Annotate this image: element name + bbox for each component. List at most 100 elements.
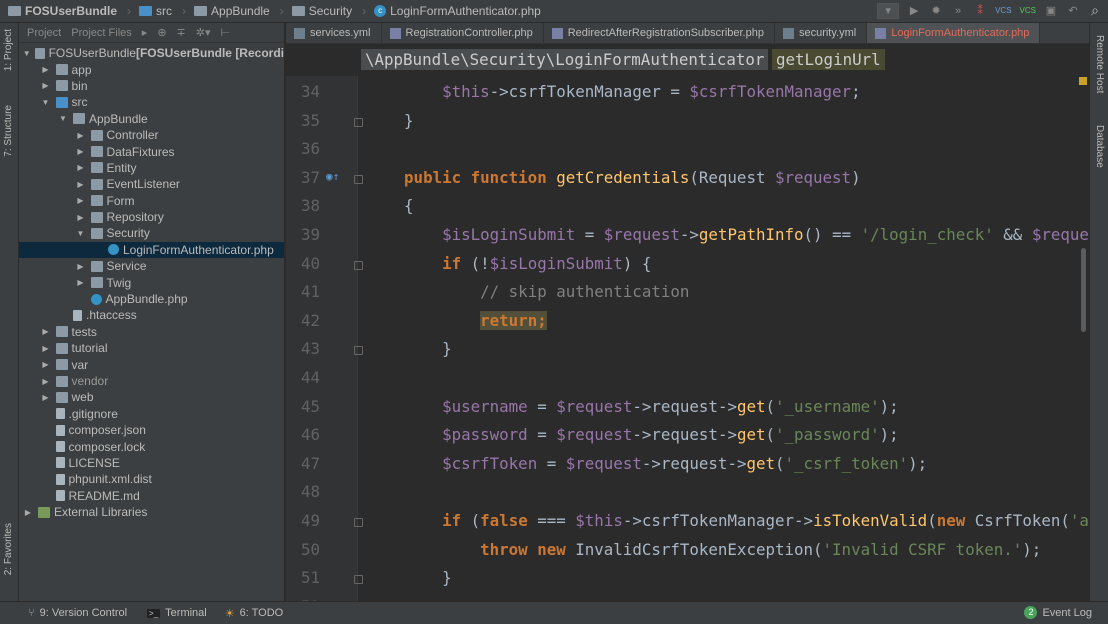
tree-item[interactable]: .htaccess (19, 307, 284, 323)
tree-item[interactable]: ▼ FOSUserBundle [FOSUserBundle [Recordi (19, 45, 284, 61)
tree-item[interactable]: ▶ Entity (19, 160, 284, 176)
tree-item[interactable]: ▶ DataFixtures (19, 143, 284, 159)
run-config-dropdown[interactable]: ▾ (877, 2, 900, 19)
project-panel: Project Project Files ▸ ⊕ ∓ ✲▾ ⊢ ▼ FOSUse… (19, 23, 285, 601)
collapsed-arrow-icon[interactable]: ▶ (40, 65, 52, 74)
remote-host-tool-button[interactable]: Remote Host (1094, 35, 1105, 93)
fold-marker-icon[interactable] (354, 346, 363, 356)
tree-item[interactable]: ▶ Controller (19, 127, 284, 143)
code-editor[interactable]: 34 $this->csrfTokenManager = $csrfTokenM… (286, 76, 1089, 601)
collapsed-arrow-icon[interactable]: ▶ (75, 278, 87, 287)
collapse-icon[interactable]: ∓ (177, 26, 186, 39)
tree-item[interactable]: composer.lock (19, 438, 284, 454)
tree-item[interactable]: LoginFormAuthenticator.php (19, 241, 284, 259)
tree-item[interactable]: ▶ tutorial (19, 340, 284, 356)
todo-tool-button[interactable]: ☀ 6: TODO (225, 607, 283, 620)
settings-gear-icon[interactable]: ✲▾ (196, 26, 211, 39)
collapsed-arrow-icon[interactable]: ▶ (40, 344, 52, 353)
project-tool-button[interactable]: 1: Project (3, 29, 14, 71)
breadcrumb-class[interactable]: \AppBundle\Security\LoginFormAuthenticat… (361, 49, 769, 70)
fold-marker-icon[interactable] (354, 174, 363, 184)
nav-crumb[interactable]: c LoginFormAuthenticator.php (374, 4, 541, 18)
tree-item[interactable]: ▶ EventListener (19, 176, 284, 192)
collapsed-arrow-icon[interactable]: ▶ (40, 360, 52, 369)
project-files-view-tab[interactable]: Project Files (71, 27, 132, 39)
inspection-status-icon[interactable] (1079, 77, 1087, 85)
editor-scrollbar[interactable] (1081, 248, 1086, 332)
collapsed-arrow-icon[interactable]: ▶ (40, 393, 52, 402)
event-log-button[interactable]: 2 Event Log (1024, 606, 1092, 619)
editor-tab[interactable]: services.yml (286, 23, 382, 43)
tree-item[interactable]: ▼ Security (19, 225, 284, 241)
file-icon (55, 441, 65, 453)
collapsed-arrow-icon[interactable]: ▶ (40, 377, 52, 386)
hide-icon[interactable]: ⊢ (221, 26, 231, 39)
tree-item[interactable]: composer.json (19, 422, 284, 438)
tree-item[interactable]: ▶ web (19, 389, 284, 405)
terminal-tool-button[interactable]: >_ Terminal (147, 607, 207, 619)
tree-item[interactable]: ▶ var (19, 356, 284, 372)
collapsed-arrow-icon[interactable]: ▶ (75, 196, 87, 205)
favorites-tool-button[interactable]: 2: Favorites (3, 523, 14, 575)
expanded-arrow-icon[interactable]: ▼ (40, 98, 52, 107)
fold-marker-icon[interactable] (354, 575, 363, 585)
nav-crumb[interactable]: AppBundle (194, 4, 270, 18)
tree-item[interactable]: ▶ vendor (19, 373, 284, 389)
tree-item[interactable]: ▶ External Libraries (19, 504, 284, 520)
tree-item[interactable]: ▶ bin (19, 78, 284, 94)
nav-crumb[interactable]: FOSUserBundle (8, 4, 117, 18)
collapsed-arrow-icon[interactable]: ▶ (75, 131, 87, 140)
debug-icon[interactable]: ✹ (929, 4, 943, 17)
attach-icon[interactable]: ⁑ (973, 4, 987, 17)
editor-tab[interactable]: security.yml (775, 23, 868, 43)
collapsed-arrow-icon[interactable]: ▶ (75, 180, 87, 189)
tree-item[interactable]: phpunit.xml.dist (19, 471, 284, 487)
run-icon[interactable]: ▶ (907, 4, 921, 17)
fold-marker-icon[interactable] (354, 117, 363, 127)
search-icon[interactable]: ⌕ (1088, 2, 1102, 19)
tree-item[interactable]: LICENSE (19, 455, 284, 471)
structure-tool-button[interactable]: 7: Structure (3, 105, 14, 157)
fold-marker-icon[interactable] (354, 260, 363, 270)
editor-tab[interactable]: RedirectAfterRegistrationSubscriber.php (544, 23, 775, 43)
tree-item[interactable]: ▼ AppBundle (19, 111, 284, 127)
editor-tab[interactable]: RegistrationController.php (382, 23, 544, 43)
collapsed-arrow-icon[interactable]: ▶ (22, 508, 34, 517)
editor-tab[interactable]: LoginFormAuthenticator.php (867, 23, 1041, 43)
implements-method-icon[interactable]: ◉↑ (326, 170, 339, 183)
collapsed-arrow-icon[interactable]: ▶ (40, 327, 52, 336)
collapsed-arrow-icon[interactable]: ▶ (75, 213, 87, 222)
nav-crumb[interactable]: Security (291, 4, 352, 18)
tree-item[interactable]: ▶ Service (19, 258, 284, 274)
expanded-arrow-icon[interactable]: ▼ (57, 114, 69, 123)
version-control-tool-button[interactable]: ⑂ 9: Version Control (28, 607, 127, 619)
locate-icon[interactable]: ⊕ (157, 26, 166, 39)
vcs-commit-icon[interactable]: VCS (1020, 6, 1036, 15)
tree-item[interactable]: ▶ app (19, 61, 284, 77)
history-icon[interactable]: ▣ (1044, 4, 1058, 17)
tree-item[interactable]: README.md (19, 488, 284, 504)
expanded-arrow-icon[interactable]: ▼ (22, 49, 31, 58)
tree-item[interactable]: AppBundle.php (19, 291, 284, 307)
collapsed-arrow-icon[interactable]: ▶ (75, 262, 87, 271)
tree-item[interactable]: ▼ src (19, 94, 284, 110)
tree-item[interactable]: ▶ tests (19, 324, 284, 340)
fold-marker-icon[interactable] (354, 518, 363, 527)
tree-item[interactable]: ▶ Twig (19, 274, 284, 290)
nav-crumb[interactable]: src (139, 4, 172, 18)
vcs-update-icon[interactable]: VCS (995, 6, 1011, 15)
expanded-arrow-icon[interactable]: ▼ (75, 229, 87, 238)
breadcrumb-method[interactable]: getLoginUrl (772, 49, 885, 70)
collapsed-arrow-icon[interactable]: ▶ (75, 163, 87, 172)
more-views-icon[interactable]: ▸ (142, 26, 148, 39)
tree-item[interactable]: ▶ Repository (19, 209, 284, 225)
collapsed-arrow-icon[interactable]: ▶ (75, 147, 87, 156)
project-view-tab[interactable]: Project (27, 27, 61, 39)
collapsed-arrow-icon[interactable]: ▶ (40, 81, 52, 90)
tree-item[interactable]: ▶ Form (19, 193, 284, 209)
tree-item[interactable]: .gitignore (19, 406, 284, 422)
coverage-icon[interactable]: » (951, 5, 965, 17)
revert-icon[interactable]: ↶ (1066, 4, 1080, 17)
todo-icon: ☀ (224, 607, 235, 620)
database-tool-button[interactable]: Database (1094, 125, 1105, 168)
